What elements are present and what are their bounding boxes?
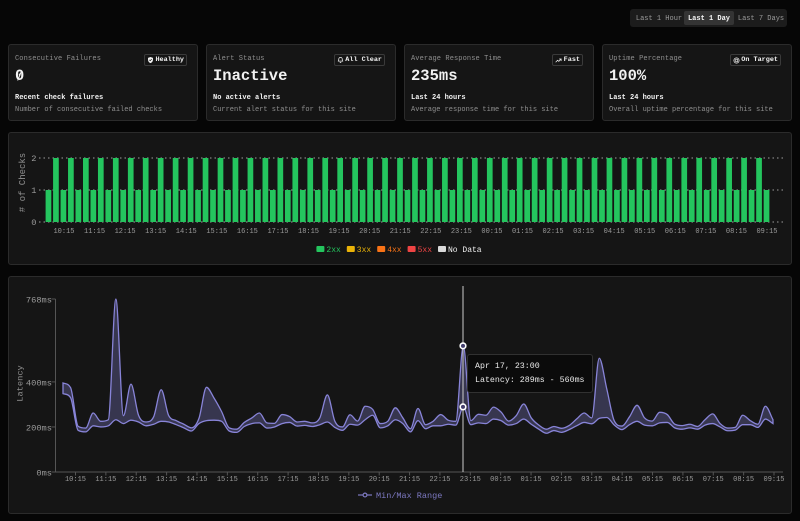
svg-text:15:15: 15:15	[206, 228, 227, 236]
svg-text:2: 2	[31, 154, 36, 164]
svg-text:17:15: 17:15	[278, 476, 299, 484]
svg-text:05:15: 05:15	[634, 228, 655, 236]
svg-text:10:15: 10:15	[65, 476, 86, 484]
svg-text:1: 1	[31, 186, 36, 196]
svg-text:14:15: 14:15	[186, 476, 207, 484]
svg-text:10:15: 10:15	[53, 228, 74, 236]
svg-text:0ms: 0ms	[36, 469, 52, 479]
svg-text:07:15: 07:15	[703, 476, 724, 484]
svg-text:09:15: 09:15	[764, 476, 785, 484]
svg-text:06:15: 06:15	[672, 476, 693, 484]
svg-text:19:15: 19:15	[338, 476, 359, 484]
svg-text:12:15: 12:15	[115, 228, 136, 236]
svg-text:19:15: 19:15	[329, 228, 350, 236]
svg-text:01:15: 01:15	[521, 476, 542, 484]
svg-text:02:15: 02:15	[551, 476, 572, 484]
svg-text:400ms: 400ms	[26, 379, 52, 389]
svg-text:08:15: 08:15	[733, 476, 754, 484]
svg-text:18:15: 18:15	[308, 476, 329, 484]
svg-text:16:15: 16:15	[247, 476, 268, 484]
svg-text:05:15: 05:15	[642, 476, 663, 484]
svg-text:2xx: 2xx	[326, 246, 341, 255]
svg-text:06:15: 06:15	[665, 228, 686, 236]
svg-text:No Data: No Data	[448, 246, 482, 255]
svg-text:23:15: 23:15	[451, 228, 472, 236]
svg-text:07:15: 07:15	[695, 228, 716, 236]
svg-text:08:15: 08:15	[726, 228, 747, 236]
svg-text:03:15: 03:15	[573, 228, 594, 236]
svg-text:22:15: 22:15	[429, 476, 450, 484]
svg-text:20:15: 20:15	[369, 476, 390, 484]
svg-text:200ms: 200ms	[26, 424, 52, 434]
svg-text:20:15: 20:15	[359, 228, 380, 236]
svg-text:4xx: 4xx	[387, 246, 402, 255]
svg-text:5xx: 5xx	[418, 246, 433, 255]
svg-text:22:15: 22:15	[420, 228, 441, 236]
svg-text:00:15: 00:15	[490, 476, 511, 484]
svg-text:Latency: Latency	[16, 365, 26, 402]
svg-text:13:15: 13:15	[145, 228, 166, 236]
svg-text:03:15: 03:15	[581, 476, 602, 484]
svg-text:14:15: 14:15	[176, 228, 197, 236]
svg-text:11:15: 11:15	[84, 228, 105, 236]
svg-text:0: 0	[31, 218, 36, 228]
svg-text:00:15: 00:15	[481, 228, 502, 236]
svg-text:23:15: 23:15	[460, 476, 481, 484]
svg-text:Min/Max Range: Min/Max Range	[376, 491, 442, 501]
svg-text:3xx: 3xx	[357, 246, 372, 255]
svg-text:04:15: 04:15	[612, 476, 633, 484]
svg-text:# of Checks: # of Checks	[18, 153, 28, 212]
svg-text:17:15: 17:15	[267, 228, 288, 236]
svg-text:768ms: 768ms	[26, 296, 52, 306]
svg-text:13:15: 13:15	[156, 476, 177, 484]
svg-text:16:15: 16:15	[237, 228, 258, 236]
svg-text:12:15: 12:15	[126, 476, 147, 484]
svg-text:04:15: 04:15	[604, 228, 625, 236]
svg-text:21:15: 21:15	[399, 476, 420, 484]
svg-text:15:15: 15:15	[217, 476, 238, 484]
svg-text:09:15: 09:15	[756, 228, 777, 236]
svg-text:01:15: 01:15	[512, 228, 533, 236]
svg-text:21:15: 21:15	[390, 228, 411, 236]
svg-text:18:15: 18:15	[298, 228, 319, 236]
svg-text:11:15: 11:15	[95, 476, 116, 484]
svg-text:02:15: 02:15	[543, 228, 564, 236]
